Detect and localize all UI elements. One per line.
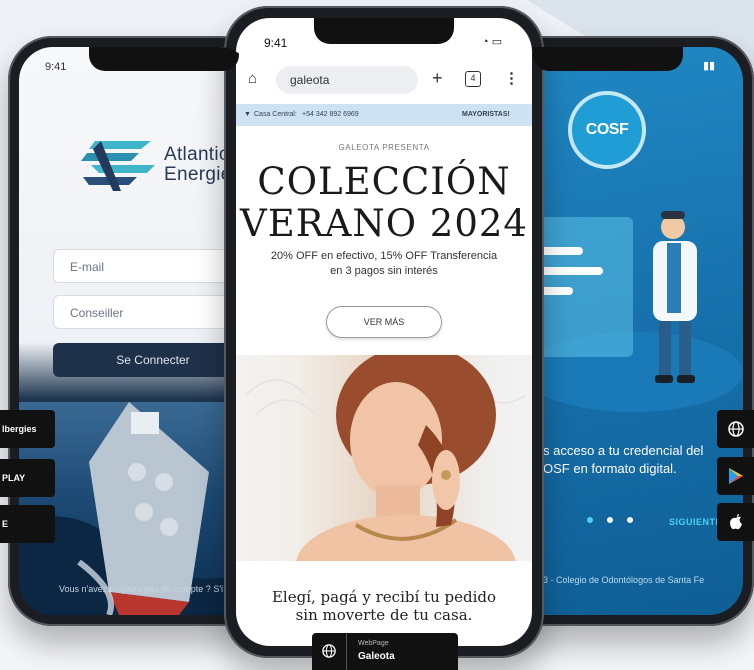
page-dot	[607, 517, 613, 523]
page-dot	[587, 517, 593, 523]
status-time: 9:41	[45, 61, 67, 73]
menu-icon[interactable]: ⋮	[504, 69, 519, 87]
brand-line-1: Atlantic	[164, 144, 229, 165]
next-button[interactable]: SIGUIENTE	[669, 517, 722, 527]
globe-icon	[322, 644, 336, 658]
eyebrow-text: GALEOTA PRESENTA	[338, 143, 430, 152]
brand-line-2: Energie	[164, 164, 232, 185]
strip-phone[interactable]: +54 342 892 6969	[302, 104, 359, 126]
onboarding-line-1: s acceso a tu credencial del	[543, 443, 704, 458]
login-button[interactable]: Se Connecter	[53, 343, 253, 377]
conseiller-field[interactable]: Conseiller	[53, 295, 253, 329]
strip-mayoristas[interactable]: MAYORISTAS!	[462, 104, 510, 126]
promo-line-2: en 3 pagos sin interés	[330, 265, 438, 277]
browser-toolbar: ⌂ galeota + 4 ⋮	[236, 62, 532, 102]
promo-line-1: 20% OFF en efectivo, 15% OFF Transferenc…	[270, 250, 498, 262]
badge-left-2[interactable]: PLAY	[0, 459, 55, 497]
url-bar[interactable]: galeota	[276, 66, 418, 94]
badge-left-3[interactable]: E	[0, 505, 55, 543]
hero-line-2: VERANO 2024	[240, 202, 528, 245]
galeota-web-screen: 9:41 ◔ ▭ ⌂ galeota + 4 ⋮ ▼ Casa Central:…	[236, 18, 532, 646]
email-field[interactable]: E-mail	[53, 249, 253, 283]
google-play-icon[interactable]	[717, 457, 754, 495]
phone-notch	[89, 47, 239, 71]
webpage-label: WebPage	[358, 640, 389, 647]
apple-icon[interactable]	[717, 503, 754, 541]
footer-line-1: Elegí, pagá y recibí tu pedido	[271, 588, 497, 606]
globe-icon[interactable]	[717, 410, 754, 448]
webpage-badge[interactable]: WebPage Galeota	[312, 633, 458, 670]
footer-line-2: sin moverte de tu casa.	[295, 606, 473, 624]
tab-count[interactable]: 4	[465, 71, 481, 87]
strip-label: Casa Central:	[254, 111, 297, 118]
page-indicator	[587, 517, 633, 523]
footer-tagline: Elegí, pagá y recibí tu pedido sin mover…	[236, 588, 532, 624]
onboarding-line-2: OSF en formato digital.	[543, 461, 677, 476]
model-photo	[236, 355, 532, 561]
promo-text: 20% OFF en efectivo, 15% OFF Transferenc…	[266, 249, 502, 279]
wifi-battery-icon: ▮▮	[703, 60, 716, 72]
page-dot	[627, 517, 633, 523]
divider	[346, 633, 347, 670]
home-icon[interactable]: ⌂	[248, 70, 257, 87]
top-info-strip: ▼ Casa Central: +54 342 892 6969 MAYORIS…	[236, 104, 532, 126]
status-time: 9:41	[264, 36, 288, 50]
cosf-footer: 3 - Colegio de Odontólogos de Santa Fe	[543, 575, 705, 585]
ver-mas-button[interactable]: VER MÁS	[326, 306, 442, 338]
signup-link[interactable]: Vous n'avez toujours pas de compte ? S'i	[59, 584, 223, 594]
webpage-name: Galeota	[358, 651, 395, 662]
atlantic-logo-icon	[81, 141, 155, 191]
badge-left-1[interactable]: lbergies	[0, 410, 55, 448]
phone-notch	[533, 47, 683, 71]
phone-notch	[314, 18, 454, 44]
onboarding-text: s acceso a tu credencial del OSF en form…	[543, 442, 743, 478]
middle-phone: 9:41 ◔ ▭ ⌂ galeota + 4 ⋮ ▼ Casa Central:…	[224, 6, 544, 658]
hero-line-1: COLECCIÓN	[257, 160, 511, 203]
hero-title: COLECCIÓN VERANO 2024	[236, 161, 532, 245]
cosf-logo: COSF	[568, 91, 646, 169]
brand-name: Atlantic Energie	[164, 145, 232, 185]
new-tab-icon[interactable]: +	[432, 68, 443, 89]
dropdown-icon[interactable]: ▼	[244, 104, 251, 126]
wifi-battery-icon: ◔ ▭	[482, 36, 503, 48]
